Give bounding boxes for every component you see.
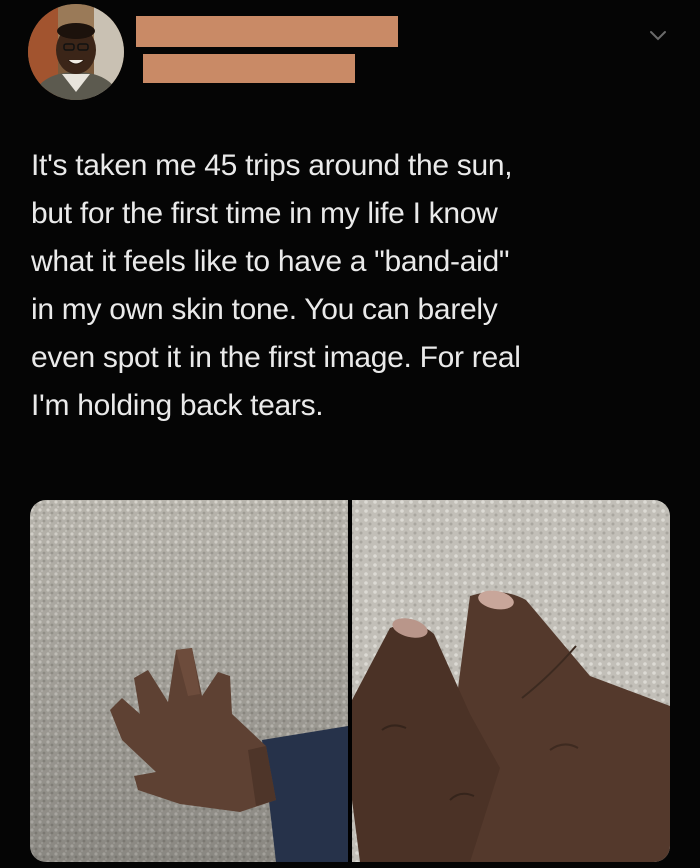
tweet-text-line: but for the first time in my life I know: [31, 197, 498, 230]
tweet-media: [30, 500, 670, 862]
tweet-text-line: what it feels like to have a "band-aid": [31, 245, 510, 278]
redacted-display-name: [136, 16, 398, 47]
chevron-down-icon[interactable]: [648, 28, 668, 44]
photo-finger-bandage[interactable]: [352, 500, 670, 862]
avatar[interactable]: [28, 4, 124, 100]
tweet-text-line: It's taken me 45 trips around the sun,: [31, 149, 513, 182]
redacted-username: [143, 54, 355, 83]
tweet-card: It's taken me 45 trips around the sun, b…: [0, 0, 700, 868]
photo-hand-carpet[interactable]: [30, 500, 348, 862]
tweet-text-line: in my own skin tone. You can barely: [31, 293, 498, 326]
tweet-text: It's taken me 45 trips around the sun, b…: [31, 142, 671, 430]
tweet-text-line: I'm holding back tears.: [31, 389, 324, 422]
tweet-text-line: even spot it in the first image. For rea…: [31, 341, 521, 374]
